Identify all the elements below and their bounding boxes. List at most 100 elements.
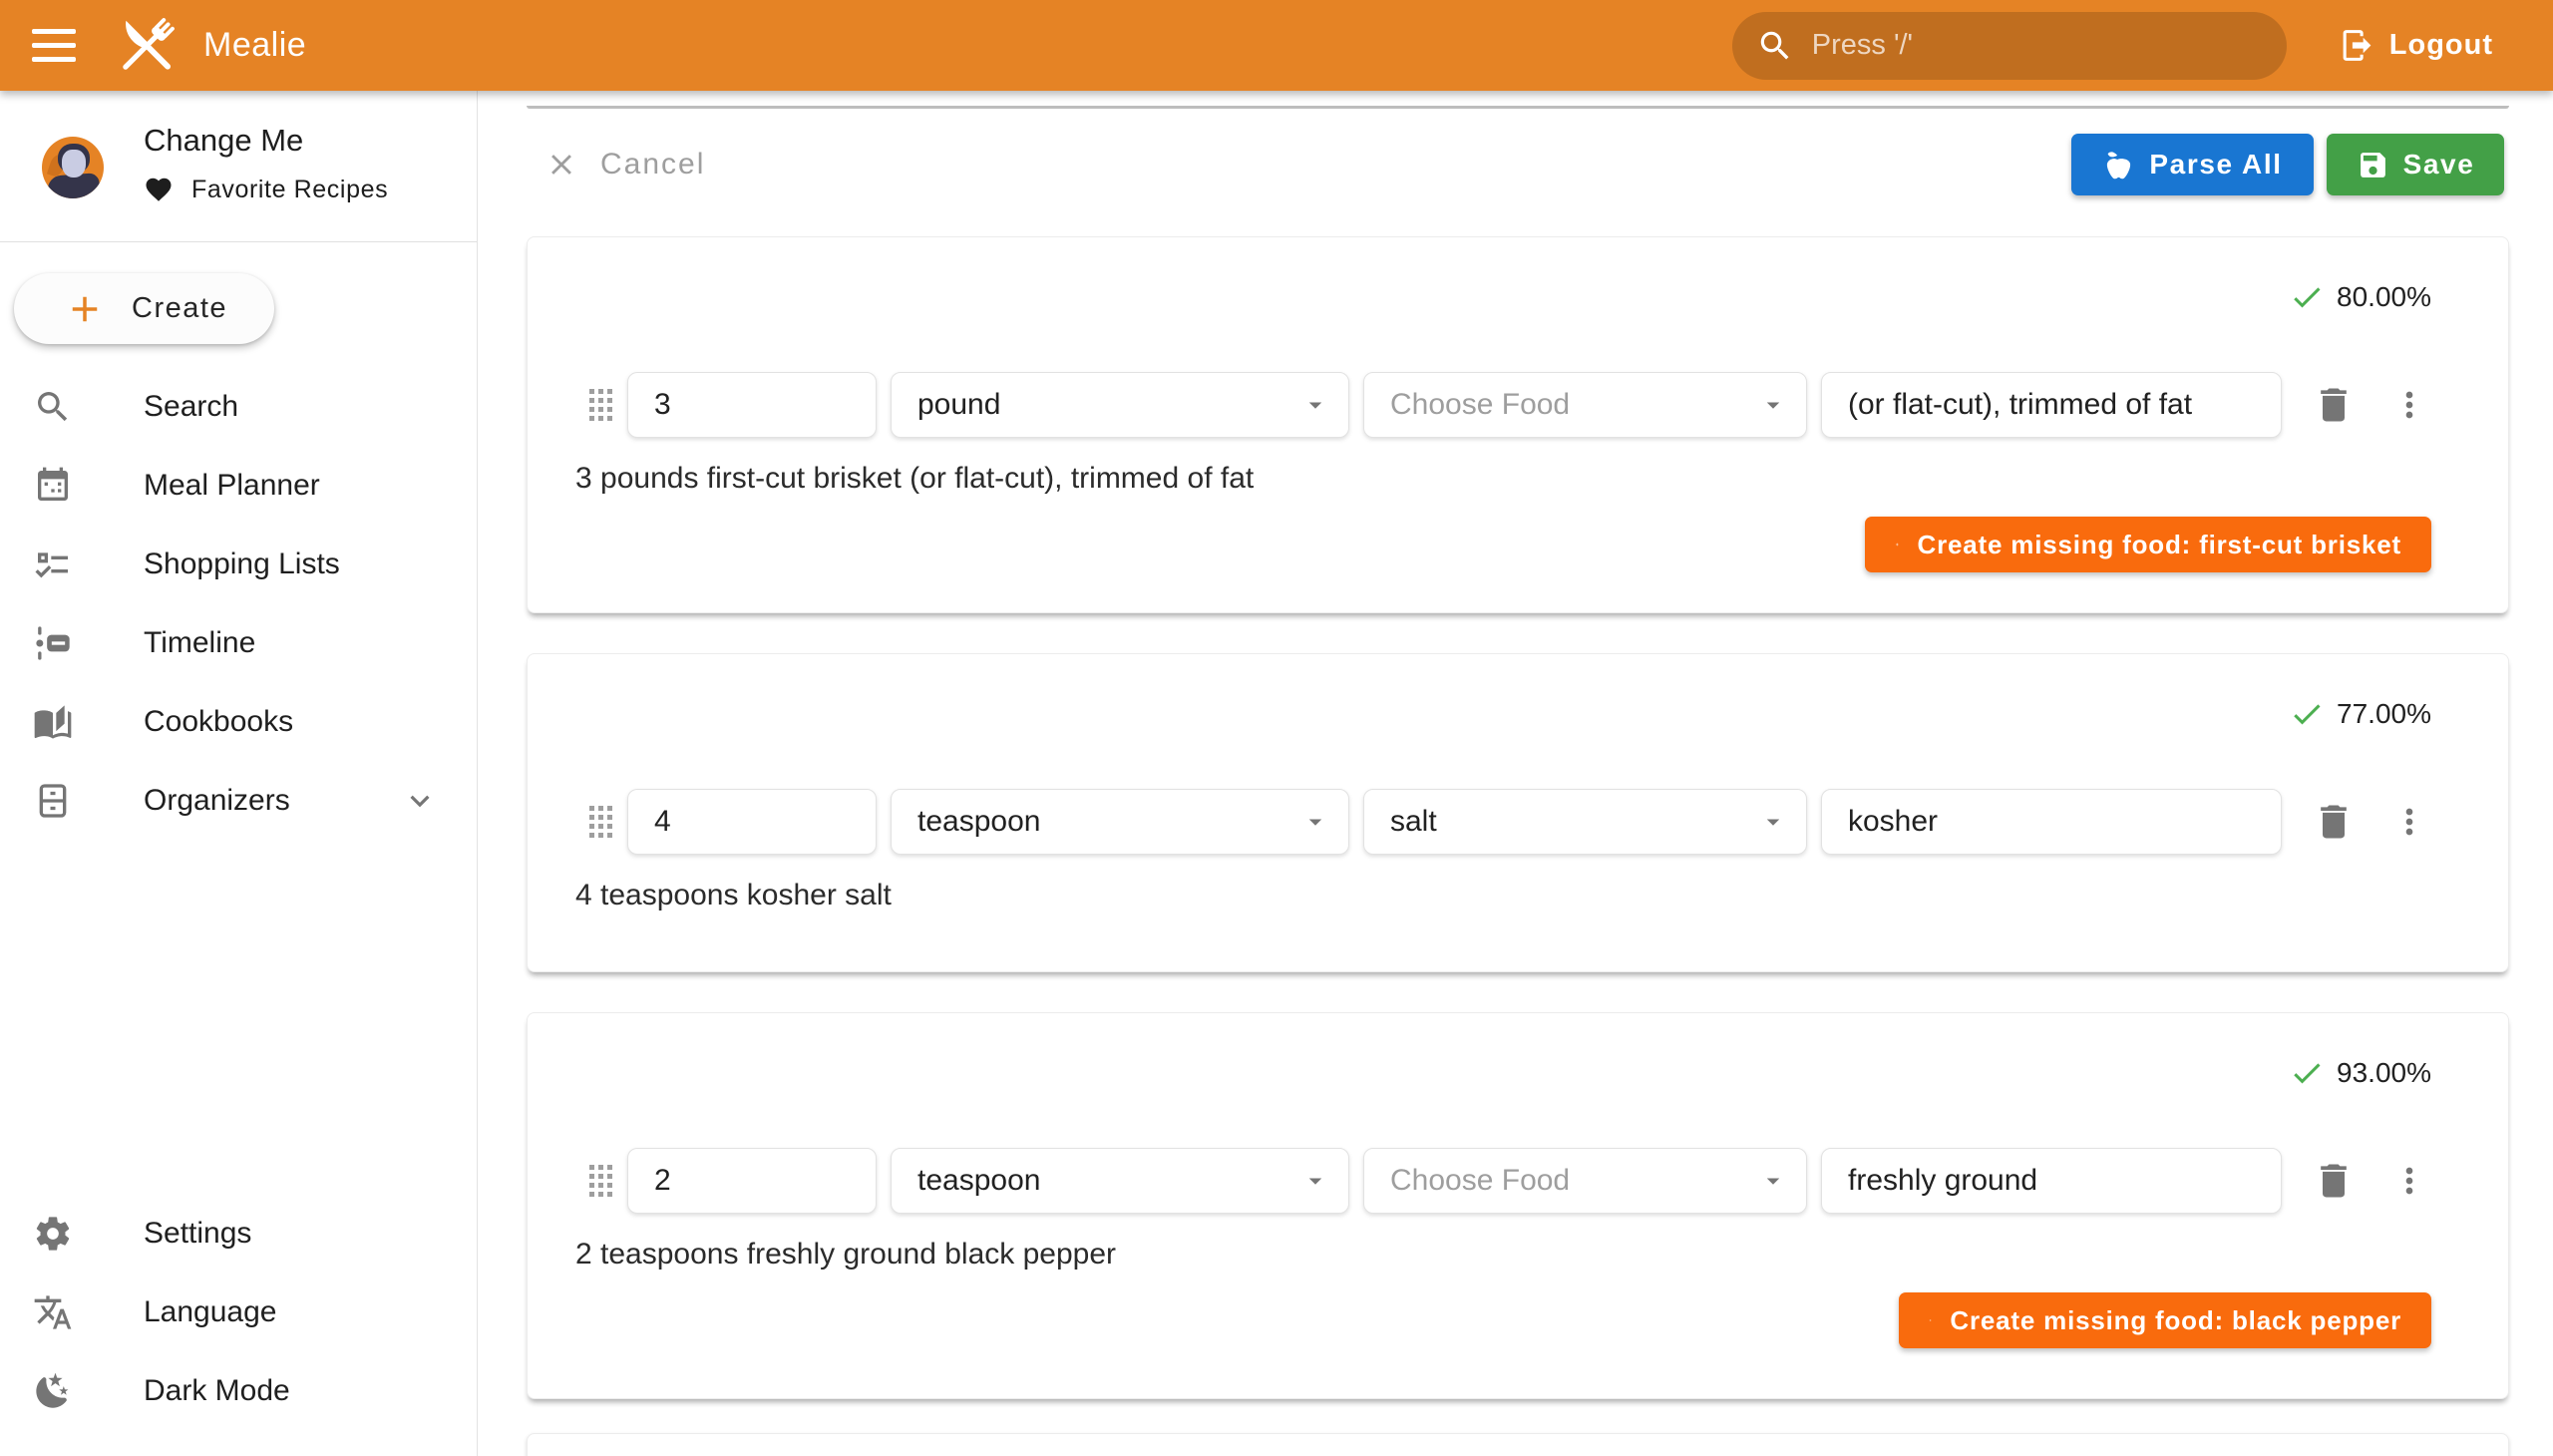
plus-icon — [1929, 1305, 1932, 1335]
food-placeholder: Choose Food — [1390, 1164, 1758, 1198]
original-ingredient-text: 2 teaspoons freshly ground black pepper — [575, 1235, 2431, 1274]
confidence-row: 80.00% — [575, 279, 2431, 315]
search-bar[interactable] — [1732, 12, 2287, 80]
hamburger-menu-button[interactable] — [32, 22, 80, 70]
user-section[interactable]: Change Me Favorite Recipes — [0, 91, 477, 241]
logout-button[interactable]: Logout — [2329, 21, 2503, 70]
parse-all-label: Parse All — [2149, 149, 2282, 181]
sidebar-item-label: Shopping Lists — [144, 547, 340, 581]
unit-value: pound — [917, 388, 1300, 422]
check-icon — [2289, 279, 2325, 315]
food-select[interactable]: salt — [1363, 789, 1807, 855]
trash-icon — [2312, 800, 2356, 844]
sidebar-item-timeline[interactable]: Timeline — [0, 603, 477, 682]
original-ingredient-text: 4 teaspoons kosher salt — [575, 876, 2431, 915]
search-input[interactable] — [1810, 28, 2263, 63]
create-missing-food-button[interactable]: Create missing food: black pepper — [1899, 1292, 2431, 1348]
quantity-input[interactable] — [654, 1164, 858, 1198]
food-placeholder: Choose Food — [1390, 388, 1758, 422]
more-options-button[interactable] — [2387, 383, 2431, 427]
sidebar-item-meal-planner[interactable]: Meal Planner — [0, 446, 477, 525]
delete-button[interactable] — [2310, 1157, 2358, 1205]
close-icon — [545, 148, 578, 182]
translate-icon — [33, 1292, 73, 1332]
favorite-recipes-link[interactable]: Favorite Recipes — [144, 175, 388, 204]
drag-handle-icon[interactable] — [589, 1165, 613, 1198]
sidebar-item-label: Settings — [144, 1217, 251, 1251]
timeline-icon — [33, 623, 73, 663]
cabinet-icon — [33, 781, 73, 821]
quantity-input[interactable] — [654, 805, 858, 839]
ingredient-card-partial — [527, 1433, 2509, 1456]
sidebar-nav: Search Meal Planner Shopping Lists Timel… — [0, 367, 477, 840]
plus-icon — [64, 288, 106, 330]
confidence-row: 93.00% — [575, 1055, 2431, 1091]
divider — [0, 241, 477, 242]
note-input[interactable] — [1848, 805, 2263, 839]
create-label: Create — [132, 292, 227, 325]
note-field — [1821, 372, 2282, 438]
food-select[interactable]: Choose Food — [1363, 372, 1807, 438]
cancel-button[interactable]: Cancel — [537, 133, 713, 196]
check-icon — [2289, 1055, 2325, 1091]
delete-button[interactable] — [2310, 798, 2358, 846]
ingredient-input-row: teaspoon salt — [575, 789, 2431, 855]
sidebar-item-settings[interactable]: Settings — [0, 1194, 477, 1273]
kebab-icon — [2389, 1161, 2429, 1201]
create-missing-food-button[interactable]: Create missing food: first-cut brisket — [1865, 517, 2431, 572]
kebab-icon — [2389, 802, 2429, 842]
unit-select[interactable]: teaspoon — [891, 789, 1349, 855]
check-icon — [2289, 696, 2325, 732]
create-button[interactable]: Create — [14, 273, 274, 344]
ingredient-card: 77.00% teaspoon salt 4 teaspoons kosher … — [527, 653, 2509, 972]
parse-all-button[interactable]: Parse All — [2071, 134, 2314, 195]
sidebar-item-dark-mode[interactable]: Dark Mode — [0, 1351, 477, 1430]
confidence-row: 77.00% — [575, 696, 2431, 732]
apple-icon — [2102, 149, 2135, 182]
save-icon — [2357, 149, 2389, 182]
drag-handle-icon[interactable] — [589, 806, 613, 839]
more-options-button[interactable] — [2387, 800, 2431, 844]
sidebar-item-cookbooks[interactable]: Cookbooks — [0, 682, 477, 761]
cancel-label: Cancel — [600, 148, 705, 182]
more-options-button[interactable] — [2387, 1159, 2431, 1203]
app-title: Mealie — [203, 26, 306, 65]
app-header: Mealie Logout — [0, 0, 2553, 91]
book-open-icon — [33, 702, 73, 742]
ingredient-card: 93.00% teaspoon Choose Food 2 teaspoons … — [527, 1012, 2509, 1399]
save-label: Save — [2403, 149, 2475, 181]
favorite-recipes-label: Favorite Recipes — [191, 176, 388, 204]
food-select[interactable]: Choose Food — [1363, 1148, 1807, 1214]
kebab-icon — [2389, 385, 2429, 425]
search-icon — [1756, 27, 1794, 65]
user-name: Change Me — [144, 123, 303, 159]
trash-icon — [2312, 383, 2356, 427]
ingredient-card: 80.00% pound Choose Food 3 pounds first-… — [527, 236, 2509, 613]
unit-select[interactable]: teaspoon — [891, 1148, 1349, 1214]
avatar — [42, 137, 104, 198]
gear-icon — [33, 1214, 73, 1254]
note-input[interactable] — [1848, 1164, 2263, 1198]
sidebar-item-shopping-lists[interactable]: Shopping Lists — [0, 525, 477, 603]
create-missing-food-label: Create missing food: first-cut brisket — [1918, 530, 2401, 560]
logout-label: Logout — [2389, 29, 2493, 62]
checklist-icon — [33, 545, 73, 584]
sidebar-item-organizers[interactable]: Organizers — [0, 761, 477, 840]
ingredient-input-row: pound Choose Food — [575, 372, 2431, 438]
plus-icon — [1895, 530, 1900, 559]
drag-handle-icon[interactable] — [589, 389, 613, 422]
note-input[interactable] — [1848, 388, 2263, 422]
sidebar-item-label: Search — [144, 390, 238, 424]
quantity-input[interactable] — [654, 388, 858, 422]
ingredient-input-row: teaspoon Choose Food — [575, 1148, 2431, 1214]
ingredient-parser-content: Cancel Parse All Save 80.00% pound — [477, 91, 2553, 1456]
note-field — [1821, 789, 2282, 855]
delete-button[interactable] — [2310, 381, 2358, 429]
menu-down-icon — [1758, 1166, 1788, 1196]
sidebar-item-language[interactable]: Language — [0, 1273, 477, 1351]
sidebar-item-search[interactable]: Search — [0, 367, 477, 446]
unit-select[interactable]: pound — [891, 372, 1349, 438]
save-button[interactable]: Save — [2327, 134, 2504, 195]
unit-value: teaspoon — [917, 1164, 1300, 1198]
menu-down-icon — [1758, 390, 1788, 420]
